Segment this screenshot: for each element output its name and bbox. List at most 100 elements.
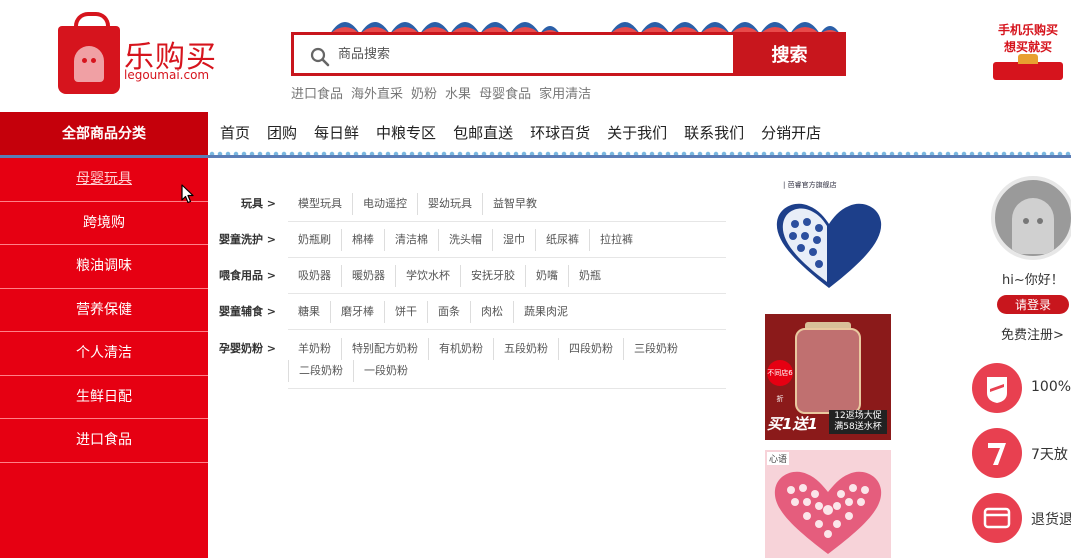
decorative-wave-pattern-2 bbox=[610, 22, 840, 34]
category-link[interactable]: 吸奶器 bbox=[288, 265, 341, 287]
category-link[interactable]: 饼干 bbox=[384, 301, 427, 323]
site-logo[interactable]: 乐购买 legoumai.com bbox=[58, 12, 228, 98]
discount-badge: 不同店6折 bbox=[767, 360, 793, 403]
sidebar-item-health[interactable]: 营养保健 bbox=[0, 289, 208, 332]
service-text: 7天放 bbox=[1031, 447, 1068, 463]
category-link[interactable]: 安抚牙胶 bbox=[460, 265, 525, 287]
category-link[interactable]: 五段奶粉 bbox=[493, 338, 558, 360]
category-link[interactable]: 蔬果肉泥 bbox=[513, 301, 578, 323]
category-title[interactable]: 孕婴奶粉 > bbox=[208, 338, 288, 389]
shopping-bag-icon bbox=[58, 12, 120, 94]
category-link[interactable]: 奶瓶刷 bbox=[288, 229, 341, 251]
search-input[interactable] bbox=[338, 35, 728, 73]
category-link[interactable]: 益智早教 bbox=[482, 193, 547, 215]
hot-word[interactable]: 母婴食品 bbox=[479, 83, 531, 102]
nav-link-about[interactable]: 关于我们 bbox=[607, 122, 667, 143]
sidebar-item-grain-oil[interactable]: 粮油调味 bbox=[0, 245, 208, 289]
heart-box-image bbox=[776, 203, 882, 288]
hot-word[interactable]: 海外直采 bbox=[351, 83, 403, 102]
service-refund: 退货退 bbox=[972, 493, 1071, 543]
category-link[interactable]: 模型玩具 bbox=[288, 193, 352, 215]
service-seven-day: 7天放 bbox=[972, 428, 1071, 478]
service-guarantee: 100% bbox=[972, 363, 1071, 413]
category-link[interactable]: 四段奶粉 bbox=[558, 338, 623, 360]
category-items: 吸奶器 暖奶器 学饮水杯 安抚牙胶 奶嘴 奶瓶 bbox=[288, 265, 726, 294]
category-link[interactable]: 羊奶粉 bbox=[288, 338, 341, 360]
header: 乐购买 legoumai.com 搜索 进口食品 海外直采 奶粉 水果 母婴食品… bbox=[0, 0, 1071, 112]
hot-word[interactable]: 家用清洁 bbox=[539, 83, 591, 102]
greeting-text: hi~你好！ bbox=[1002, 273, 1064, 288]
category-title[interactable]: 玩具 > bbox=[208, 193, 288, 222]
sidebar-item-baby-toys[interactable]: 母婴玩具 bbox=[0, 158, 208, 202]
search-bar: 搜索 bbox=[291, 32, 846, 76]
category-link[interactable]: 拉拉裤 bbox=[589, 229, 643, 251]
category-link[interactable]: 湿巾 bbox=[492, 229, 535, 251]
category-link[interactable]: 清洁棉 bbox=[384, 229, 438, 251]
category-link[interactable]: 纸尿裤 bbox=[535, 229, 589, 251]
category-link[interactable]: 二段奶粉 bbox=[288, 360, 353, 382]
login-button[interactable]: 请登录 bbox=[997, 295, 1069, 314]
nav-link-group-buy[interactable]: 团购 bbox=[267, 122, 297, 143]
category-link[interactable]: 特别配方奶粉 bbox=[341, 338, 428, 360]
nav-link-distribution[interactable]: 分销开店 bbox=[761, 122, 821, 143]
category-link[interactable]: 学饮水杯 bbox=[395, 265, 460, 287]
category-sidebar: 母婴玩具 跨境购 粮油调味 营养保健 个人清洁 生鲜日配 进口食品 bbox=[0, 158, 208, 558]
sidebar-item-personal-care[interactable]: 个人清洁 bbox=[0, 332, 208, 376]
ad-banner-flower-tea[interactable]: 不同店6折 买1送1 12返场大促 满58送水杯 bbox=[765, 314, 891, 440]
category-link[interactable]: 暖奶器 bbox=[341, 265, 395, 287]
promo-line-1: 手机乐购买 bbox=[997, 23, 1058, 37]
category-link[interactable]: 面条 bbox=[427, 301, 470, 323]
category-link[interactable]: 奶嘴 bbox=[525, 265, 568, 287]
category-link[interactable]: 一段奶粉 bbox=[353, 360, 418, 382]
all-categories-button[interactable]: 全部商品分类 bbox=[0, 112, 208, 156]
nav-link-home[interactable]: 首页 bbox=[220, 122, 250, 143]
category-link[interactable]: 棉棒 bbox=[341, 229, 384, 251]
category-items: 奶瓶刷 棉棒 清洁棉 洗头帽 湿巾 纸尿裤 拉拉裤 bbox=[288, 229, 726, 258]
category-title[interactable]: 婴童洗护 > bbox=[208, 229, 288, 258]
avatar bbox=[991, 176, 1071, 260]
ad-store-label: | 芭睿官方旗舰店 bbox=[783, 181, 837, 189]
user-panel: hi~你好！ 请登录 免费注册> bbox=[965, 170, 1071, 360]
service-text: 100% bbox=[1031, 379, 1071, 395]
nav-link-global[interactable]: 环球百货 bbox=[530, 122, 590, 143]
nav-link-free-shipping[interactable]: 包邮直送 bbox=[453, 122, 513, 143]
hot-word[interactable]: 水果 bbox=[445, 83, 471, 102]
category-title[interactable]: 婴童辅食 > bbox=[208, 301, 288, 330]
sidebar-item-imported[interactable]: 进口食品 bbox=[0, 419, 208, 463]
hot-search-words: 进口食品 海外直采 奶粉 水果 母婴食品 家用清洁 bbox=[291, 83, 591, 102]
category-link[interactable]: 婴幼玩具 bbox=[417, 193, 482, 215]
nav-link-daily-fresh[interactable]: 每日鲜 bbox=[314, 122, 359, 143]
category-link[interactable]: 电动遥控 bbox=[352, 193, 417, 215]
shield-icon bbox=[972, 363, 1022, 413]
sidebar-item-cross-border[interactable]: 跨境购 bbox=[0, 202, 208, 245]
service-text: 退货退 bbox=[1031, 512, 1071, 528]
register-link[interactable]: 免费注册> bbox=[1001, 324, 1064, 343]
nav-link-cofco[interactable]: 中粮专区 bbox=[376, 122, 436, 143]
mouse-cursor-icon bbox=[181, 184, 194, 204]
category-items: 糖果 磨牙棒 饼干 面条 肉松 蔬果肉泥 bbox=[288, 301, 726, 330]
seven-day-icon bbox=[972, 428, 1022, 478]
mobile-app-promo[interactable]: 手机乐购买 想买就买 bbox=[985, 22, 1071, 92]
ad-banner-chocolate-pink[interactable]: 心语 bbox=[765, 450, 891, 558]
category-link[interactable]: 磨牙棒 bbox=[330, 301, 384, 323]
ad-banner-chocolate-blue[interactable]: | 芭睿官方旗舰店 bbox=[765, 178, 891, 296]
category-row: 婴童辅食 > 糖果 磨牙棒 饼干 面条 肉松 蔬果肉泥 bbox=[208, 301, 726, 330]
decorative-wave-pattern bbox=[330, 22, 560, 34]
hot-word[interactable]: 奶粉 bbox=[411, 83, 437, 102]
nav-link-contact[interactable]: 联系我们 bbox=[684, 122, 744, 143]
buy-one-get-one-text: 买1送1 bbox=[767, 415, 818, 433]
category-title[interactable]: 喂食用品 > bbox=[208, 265, 288, 294]
ghost-mascot-icon bbox=[74, 46, 104, 82]
category-link[interactable]: 糖果 bbox=[288, 301, 330, 323]
category-link[interactable]: 三段奶粉 bbox=[623, 338, 688, 360]
category-link[interactable]: 洗头帽 bbox=[438, 229, 492, 251]
category-link[interactable]: 奶瓶 bbox=[568, 265, 611, 287]
category-items: 模型玩具 电动遥控 婴幼玩具 益智早教 bbox=[288, 193, 726, 222]
promo-subtext: 12返场大促 满58送水杯 bbox=[829, 410, 887, 434]
sidebar-item-fresh[interactable]: 生鲜日配 bbox=[0, 376, 208, 419]
category-row: 喂食用品 > 吸奶器 暖奶器 学饮水杯 安抚牙胶 奶嘴 奶瓶 bbox=[208, 265, 726, 294]
category-link[interactable]: 肉松 bbox=[470, 301, 513, 323]
search-button[interactable]: 搜索 bbox=[733, 32, 846, 76]
hot-word[interactable]: 进口食品 bbox=[291, 83, 343, 102]
category-link[interactable]: 有机奶粉 bbox=[428, 338, 493, 360]
